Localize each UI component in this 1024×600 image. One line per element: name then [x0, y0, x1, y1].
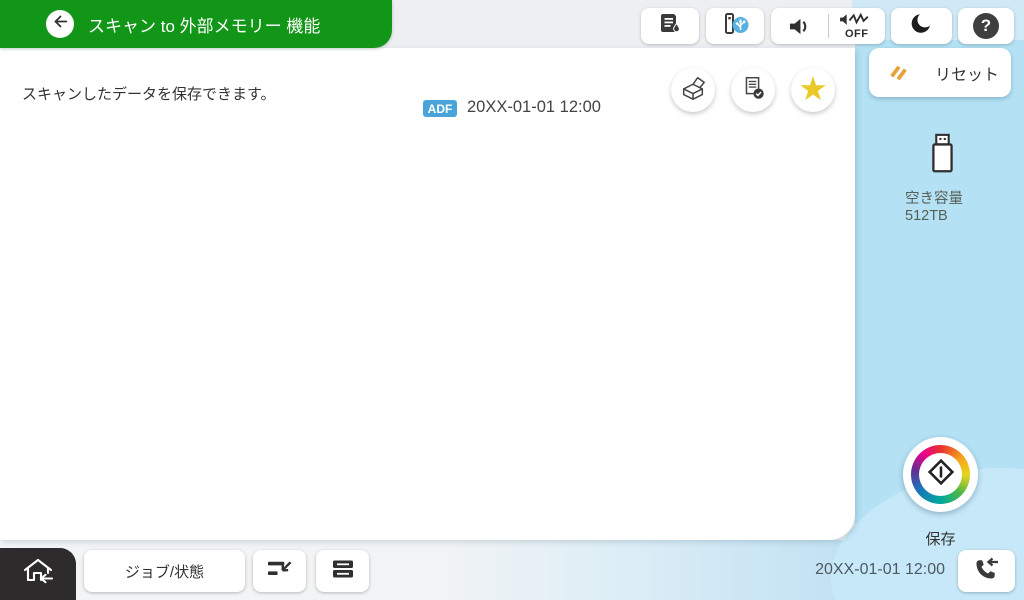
panel-timestamp: 20XX-01-01 12:00: [467, 98, 601, 117]
preview-settings-button[interactable]: [731, 68, 775, 112]
line-monitor-off-indicator[interactable]: OFF: [829, 8, 886, 44]
usb-memory-status: 空き容量 512TB: [897, 132, 987, 224]
free-space-value: 512TB: [905, 208, 987, 225]
saved-settings-button[interactable]: [671, 68, 715, 112]
function-header: スキャン to 外部メモリー 機能: [0, 0, 392, 48]
main-panel: スキャンしたデータを保存できます。 ADF 20XX-01-01 12:00: [0, 48, 855, 540]
back-arrow-icon: [52, 14, 69, 34]
usb-memory-icon: [923, 163, 961, 180]
reset-button[interactable]: リセット: [869, 48, 1011, 97]
save-label: 保存: [903, 528, 978, 549]
home-button[interactable]: [0, 548, 76, 600]
start-diamond-icon: [926, 457, 956, 492]
off-label: OFF: [845, 29, 869, 40]
app-screen: { "header": { "title": "スキャン to 外部メモリー 機…: [0, 0, 1024, 600]
page-title: スキャン to 外部メモリー 機能: [88, 12, 320, 37]
job-queue-icon: [265, 556, 294, 586]
speaker-icon[interactable]: [771, 8, 828, 44]
reset-label: リセット: [935, 61, 999, 85]
scan-hint-text: スキャンしたデータを保存できます。: [22, 83, 276, 104]
job-status-button[interactable]: ジョブ/状態: [84, 550, 245, 592]
help-icon: ?: [973, 13, 999, 39]
job-queue-button[interactable]: [253, 550, 306, 592]
document-check-icon: [739, 74, 767, 107]
sleep-mode-button[interactable]: [891, 8, 952, 44]
home-icon: [20, 556, 56, 592]
free-space-label: 空き容量: [905, 191, 987, 208]
save-start-button[interactable]: [903, 437, 978, 512]
ink-info-button[interactable]: [641, 8, 699, 44]
star-icon: ★: [798, 72, 828, 105]
reset-slashes-icon: [886, 61, 913, 85]
ink-info-icon: [657, 10, 684, 42]
box-icon: [679, 74, 707, 107]
job-status-label: ジョブ/状態: [125, 561, 204, 582]
help-button[interactable]: ?: [958, 8, 1014, 44]
phone-receiver-icon: [971, 555, 1002, 587]
moon-icon: [909, 11, 935, 42]
color-ring: [911, 445, 970, 504]
system-clock: 20XX-01-01 12:00: [700, 561, 945, 579]
usb-device-icon: [720, 10, 750, 42]
adf-status-badge: ADF: [423, 100, 457, 117]
paper-trays-icon: [330, 556, 356, 587]
back-button[interactable]: [46, 10, 74, 38]
incoming-call-button[interactable]: [958, 550, 1015, 592]
favorite-button[interactable]: ★: [791, 68, 835, 112]
sound-settings-button[interactable]: OFF: [771, 8, 885, 44]
paper-settings-button[interactable]: [316, 550, 369, 592]
usb-device-status-button[interactable]: [706, 8, 764, 44]
